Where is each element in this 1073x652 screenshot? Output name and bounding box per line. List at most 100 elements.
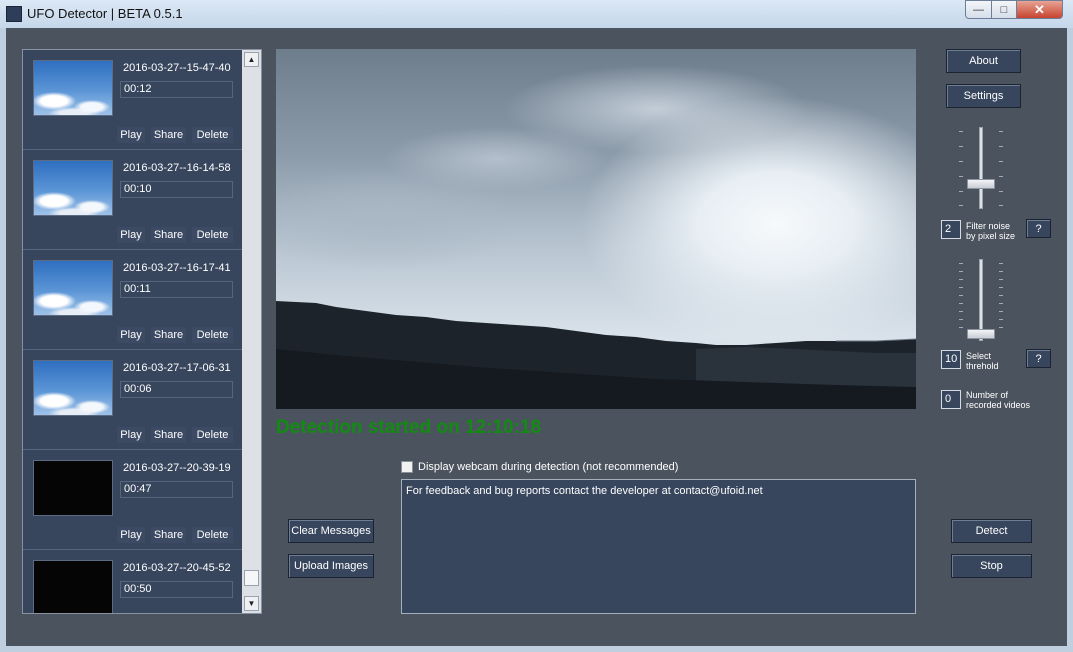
share-button[interactable]: Share	[151, 327, 186, 343]
recording-thumbnail[interactable]	[33, 460, 113, 516]
recording-duration: 00:10	[120, 181, 233, 198]
list-item: 2016-03-27--16-17-41 00:11 Play Share De…	[23, 250, 243, 350]
close-button[interactable]: ✕	[1016, 0, 1063, 19]
minimize-icon: —	[973, 3, 984, 16]
slider-thumb[interactable]	[967, 329, 995, 339]
list-item: 2016-03-27--15-47-40 00:12 Play Share De…	[23, 50, 243, 150]
slider-tick	[959, 263, 963, 264]
slider-tick	[959, 295, 963, 296]
detect-button[interactable]: Detect	[951, 519, 1032, 543]
recording-duration: 00:06	[120, 381, 233, 398]
recording-name: 2016-03-27--15-47-40	[123, 62, 231, 74]
recording-name: 2016-03-27--16-17-41	[123, 262, 231, 274]
delete-button[interactable]: Delete	[192, 127, 233, 143]
threshold-value[interactable]: 10	[941, 350, 961, 369]
play-button[interactable]: Play	[117, 127, 145, 143]
maximize-button[interactable]: □	[991, 0, 1017, 19]
slider-tick	[959, 131, 963, 132]
arrow-down-icon: ▼	[247, 599, 256, 608]
filter-noise-slider[interactable]	[955, 125, 1011, 210]
share-button[interactable]: Share	[151, 227, 186, 243]
scroll-up-button[interactable]: ▲	[244, 52, 259, 67]
slider-tick	[999, 191, 1003, 192]
message-text: For feedback and bug reports contact the…	[406, 485, 763, 497]
slider-tick	[959, 319, 963, 320]
list-item: 2016-03-27--17-06-31 00:06 Play Share De…	[23, 350, 243, 450]
slider-tick	[959, 146, 963, 147]
recordings-list: 2016-03-27--15-47-40 00:12 Play Share De…	[22, 49, 262, 614]
recorded-videos-label-line2: recorded videos	[966, 400, 1031, 410]
slider-tick	[959, 311, 963, 312]
delete-button[interactable]: Delete	[192, 527, 233, 543]
list-item: 2016-03-27--20-39-19 00:47 Play Share De…	[23, 450, 243, 550]
slider-tick	[959, 205, 963, 206]
list-scrollbar[interactable]: ▲ ▼	[242, 50, 261, 613]
slider-tick	[999, 131, 1003, 132]
recording-thumbnail[interactable]	[33, 360, 113, 416]
close-icon: ✕	[1034, 1, 1045, 17]
slider-thumb[interactable]	[967, 179, 995, 189]
scroll-down-button[interactable]: ▼	[244, 596, 259, 611]
list-item: 2016-03-27--16-14-58 00:10 Play Share De…	[23, 150, 243, 250]
threshold-help-button[interactable]: ?	[1026, 349, 1051, 368]
webcam-view	[276, 49, 916, 409]
slider-tick	[959, 327, 963, 328]
window-title: UFO Detector | BETA 0.5.1	[27, 6, 183, 21]
slider-tick	[999, 161, 1003, 162]
filter-noise-help-button[interactable]: ?	[1026, 219, 1051, 238]
skyline-silhouette	[276, 301, 916, 409]
recorded-videos-count: 0	[941, 390, 961, 409]
delete-button[interactable]: Delete	[192, 327, 233, 343]
delete-button[interactable]: Delete	[192, 227, 233, 243]
slider-tick	[959, 303, 963, 304]
slider-tick	[999, 319, 1003, 320]
recording-thumbnail[interactable]	[33, 60, 113, 116]
detection-status: Detection started on 12:10:18	[276, 417, 542, 438]
share-button[interactable]: Share	[151, 427, 186, 443]
play-button[interactable]: Play	[117, 527, 145, 543]
recorded-videos-label-line1: Number of	[966, 390, 1009, 400]
app-icon	[6, 6, 22, 22]
upload-images-button[interactable]: Upload Images	[288, 554, 374, 578]
arrow-up-icon: ▲	[247, 55, 256, 64]
delete-button[interactable]: Delete	[192, 427, 233, 443]
maximize-icon: □	[1000, 3, 1008, 16]
slider-tick	[999, 327, 1003, 328]
play-button[interactable]: Play	[117, 327, 145, 343]
slider-tick	[959, 161, 963, 162]
slider-tick	[999, 311, 1003, 312]
clear-messages-button[interactable]: Clear Messages	[288, 519, 374, 543]
recording-thumbnail[interactable]	[33, 560, 113, 613]
stop-button[interactable]: Stop	[951, 554, 1032, 578]
recording-name: 2016-03-27--16-14-58	[123, 162, 231, 174]
recording-thumbnail[interactable]	[33, 260, 113, 316]
recording-thumbnail[interactable]	[33, 160, 113, 216]
slider-tick	[999, 279, 1003, 280]
play-button[interactable]: Play	[117, 427, 145, 443]
share-button[interactable]: Share	[151, 127, 186, 143]
scrollbar-thumb[interactable]	[244, 570, 259, 586]
slider-tick	[999, 271, 1003, 272]
slider-tick	[999, 176, 1003, 177]
play-button[interactable]: Play	[117, 227, 145, 243]
slider-tick	[959, 191, 963, 192]
slider-tick	[999, 205, 1003, 206]
slider-tick	[999, 287, 1003, 288]
webcam-checkbox-label[interactable]: Display webcam during detection (not rec…	[418, 461, 678, 473]
slider-tick	[959, 271, 963, 272]
message-box[interactable]: For feedback and bug reports contact the…	[401, 479, 916, 614]
threshold-slider[interactable]	[955, 257, 1011, 342]
slider-tick	[999, 263, 1003, 264]
about-button[interactable]: About	[946, 49, 1021, 73]
recording-name: 2016-03-27--17-06-31	[123, 362, 231, 374]
list-item: 2016-03-27--20-45-52 00:50	[23, 550, 243, 613]
slider-tick	[959, 176, 963, 177]
minimize-button[interactable]: —	[965, 0, 992, 19]
recording-name: 2016-03-27--20-45-52	[123, 562, 231, 574]
filter-noise-value[interactable]: 2	[941, 220, 961, 239]
slider-tick	[999, 295, 1003, 296]
share-button[interactable]: Share	[151, 527, 186, 543]
settings-button[interactable]: Settings	[946, 84, 1021, 108]
webcam-checkbox[interactable]	[401, 461, 413, 473]
recorded-videos-label: Number of recorded videos	[966, 390, 1056, 410]
